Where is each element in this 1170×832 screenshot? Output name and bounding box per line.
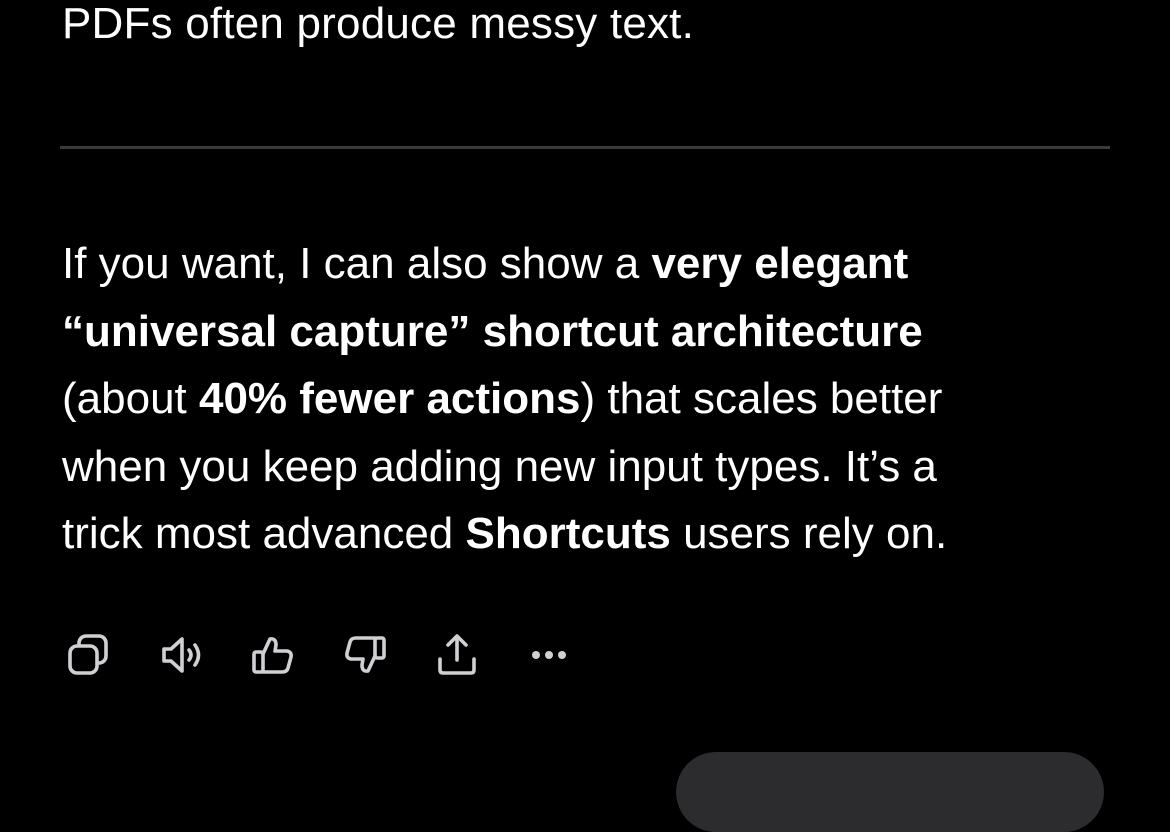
divider [60,146,1110,149]
read-aloud-button[interactable] [154,628,208,682]
share-icon [438,634,476,675]
speaker-icon [162,637,201,673]
more-button[interactable] [522,628,576,682]
paragraph-text: If you want, I can also show a [62,239,652,288]
paragraph-row-5: trick most advanced Shortcuts users rely… [62,500,1122,568]
paragraph-text: when you keep adding new input types. It… [62,441,937,491]
paragraph-bold-text: “universal capture” shortcut architectur… [62,306,923,356]
paragraph-row-3: (about 40% fewer actions) that scales be… [62,365,1122,433]
paragraph-text: trick most advanced [62,509,466,558]
share-button[interactable] [430,628,484,682]
thumbs-up-icon [252,637,293,674]
paragraph-text: ) that scales better [580,374,943,423]
paragraph-row-4: when you keep adding new input types. It… [62,433,1122,501]
good-response-button[interactable] [246,628,300,682]
copy-icon [68,634,108,675]
bottom-pill [676,752,1104,832]
paragraph-bold-text: very elegant [651,239,909,288]
message-top-line: PDFs often produce messy text. [62,0,695,48]
paragraph-row-1: If you want, I can also show a very eleg… [62,230,1122,298]
paragraph-bold-text: Shortcuts [465,509,671,558]
paragraph-bold-text: 40% fewer actions [198,374,581,423]
paragraph-text: (about [62,374,199,423]
paragraph-text: users rely on. [670,509,948,558]
message-paragraph: If you want, I can also show a very eleg… [62,230,1122,568]
copy-button[interactable] [62,628,116,682]
bad-response-button[interactable] [338,628,392,682]
paragraph-row-2: “universal capture” shortcut architectur… [62,298,1122,366]
thumbs-down-icon [345,636,386,673]
message-actions-bar [62,628,614,682]
more-icon [532,651,566,659]
